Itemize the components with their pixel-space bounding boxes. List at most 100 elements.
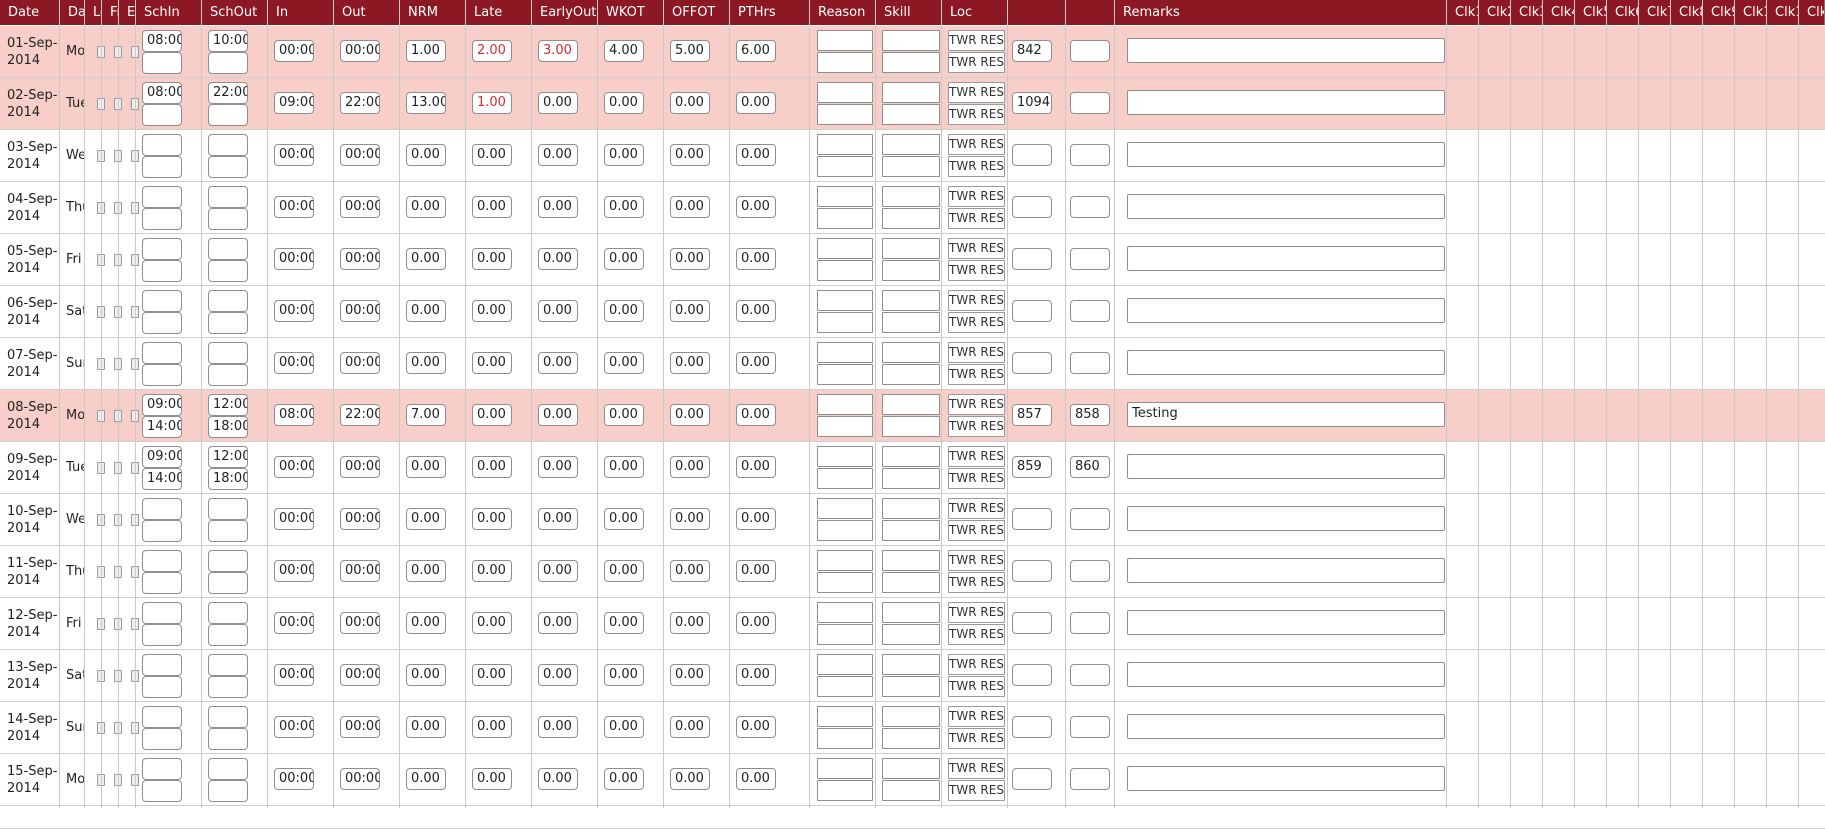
- header-pthrs[interactable]: PTHrs: [730, 0, 810, 25]
- late-input[interactable]: 0.00: [472, 560, 512, 582]
- early-out-input[interactable]: 0.00: [538, 456, 578, 478]
- offot-input[interactable]: 0.00: [670, 352, 710, 374]
- late-input[interactable]: 0.00: [472, 612, 512, 634]
- sch-in-input-1[interactable]: [142, 706, 182, 728]
- loc-button-1[interactable]: TWR RES: [948, 134, 1005, 155]
- remarks-input[interactable]: Testing: [1127, 402, 1445, 427]
- sch-in-input-1[interactable]: 09:00: [142, 394, 182, 416]
- id2-input[interactable]: [1070, 40, 1110, 62]
- sch-out-input-1[interactable]: [208, 186, 248, 208]
- in-input[interactable]: 00:00: [274, 456, 314, 478]
- reason-select-1[interactable]: [817, 290, 873, 311]
- sch-in-input-2[interactable]: [142, 364, 182, 386]
- sch-out-input-2[interactable]: [208, 156, 248, 178]
- sch-in-input-2[interactable]: [142, 728, 182, 750]
- sch-in-input-1[interactable]: 09:00: [142, 446, 182, 468]
- early-out-input[interactable]: 0.00: [538, 300, 578, 322]
- sch-out-input-1[interactable]: 12:00: [208, 446, 248, 468]
- wkot-input[interactable]: 0.00: [604, 144, 644, 166]
- late-input[interactable]: 0.00: [472, 716, 512, 738]
- sch-in-input-2[interactable]: 14:00: [142, 468, 182, 490]
- out-input[interactable]: 00:00: [340, 300, 380, 322]
- loc-button-1[interactable]: TWR RES: [948, 706, 1005, 727]
- id1-input[interactable]: [1012, 300, 1052, 322]
- loc-button-2[interactable]: TWR RES: [948, 52, 1005, 73]
- header-schout[interactable]: SchOut: [202, 0, 268, 25]
- early-out-input[interactable]: 3.00: [538, 40, 578, 62]
- id1-input[interactable]: [1012, 612, 1052, 634]
- early-out-input[interactable]: 0.00: [538, 716, 578, 738]
- reason-select-2[interactable]: [817, 676, 873, 697]
- header-remarks[interactable]: Remarks: [1115, 0, 1447, 25]
- id2-input[interactable]: [1070, 664, 1110, 686]
- early-out-input[interactable]: 0.00: [538, 144, 578, 166]
- remarks-input[interactable]: [1127, 90, 1445, 115]
- skill-select-2[interactable]: [882, 676, 940, 697]
- header-clk4[interactable]: Clk4: [1543, 0, 1575, 25]
- in-input[interactable]: 00:00: [274, 40, 314, 62]
- header-offot[interactable]: OFFOT: [664, 0, 730, 25]
- offot-input[interactable]: 0.00: [670, 508, 710, 530]
- pthrs-input[interactable]: 0.00: [736, 300, 776, 322]
- id1-input[interactable]: [1012, 248, 1052, 270]
- loc-button-2[interactable]: TWR RES: [948, 624, 1005, 645]
- early-out-input[interactable]: 0.00: [538, 404, 578, 426]
- remarks-input[interactable]: [1127, 142, 1445, 167]
- skill-select-1[interactable]: [882, 82, 940, 103]
- id2-input[interactable]: 858: [1070, 404, 1110, 426]
- id2-input[interactable]: [1070, 560, 1110, 582]
- nrm-input[interactable]: 0.00: [406, 352, 446, 374]
- sch-out-input-2[interactable]: [208, 624, 248, 646]
- loc-button-1[interactable]: TWR RES: [948, 654, 1005, 675]
- in-input[interactable]: 00:00: [274, 352, 314, 374]
- out-input[interactable]: 00:00: [340, 768, 380, 790]
- reason-select-1[interactable]: [817, 758, 873, 779]
- id2-input[interactable]: [1070, 612, 1110, 634]
- skill-select-2[interactable]: [882, 468, 940, 489]
- header-day[interactable]: Day: [60, 0, 85, 25]
- id1-input[interactable]: [1012, 508, 1052, 530]
- sch-out-input-2[interactable]: [208, 364, 248, 386]
- pthrs-input[interactable]: 0.00: [736, 404, 776, 426]
- header-clk1[interactable]: Clk1: [1447, 0, 1479, 25]
- early-out-input[interactable]: 0.00: [538, 92, 578, 114]
- early-out-input[interactable]: 0.00: [538, 560, 578, 582]
- skill-select-2[interactable]: [882, 104, 940, 125]
- late-input[interactable]: 0.00: [472, 300, 512, 322]
- late-input[interactable]: 0.00: [472, 456, 512, 478]
- loc-button-2[interactable]: TWR RES: [948, 208, 1005, 229]
- header-clk8[interactable]: Clk8: [1671, 0, 1703, 25]
- loc-button-1[interactable]: TWR RES: [948, 394, 1005, 415]
- skill-select-1[interactable]: [882, 394, 940, 415]
- header-id1[interactable]: [1008, 0, 1066, 25]
- header-in[interactable]: In: [268, 0, 334, 25]
- late-input[interactable]: 0.00: [472, 144, 512, 166]
- skill-select-1[interactable]: [882, 550, 940, 571]
- sch-out-input-1[interactable]: [208, 134, 248, 156]
- sch-out-input-2[interactable]: [208, 260, 248, 282]
- reason-select-1[interactable]: [817, 30, 873, 51]
- sch-out-input-1[interactable]: [208, 706, 248, 728]
- pthrs-input[interactable]: 0.00: [736, 196, 776, 218]
- skill-select-1[interactable]: [882, 290, 940, 311]
- loc-button-2[interactable]: TWR RES: [948, 572, 1005, 593]
- nrm-input[interactable]: 0.00: [406, 144, 446, 166]
- reason-select-1[interactable]: [817, 550, 873, 571]
- early-out-input[interactable]: 0.00: [538, 612, 578, 634]
- remarks-input[interactable]: [1127, 610, 1445, 635]
- wkot-input[interactable]: 0.00: [604, 404, 644, 426]
- early-out-input[interactable]: 0.00: [538, 248, 578, 270]
- offot-input[interactable]: 0.00: [670, 144, 710, 166]
- offot-input[interactable]: 0.00: [670, 92, 710, 114]
- out-input[interactable]: 00:00: [340, 352, 380, 374]
- header-loc[interactable]: Loc: [942, 0, 1008, 25]
- in-input[interactable]: 00:00: [274, 560, 314, 582]
- reason-select-1[interactable]: [817, 238, 873, 259]
- sch-in-input-1[interactable]: [142, 134, 182, 156]
- nrm-input[interactable]: 0.00: [406, 664, 446, 686]
- out-input[interactable]: 00:00: [340, 456, 380, 478]
- header-early[interactable]: EarlyOut: [532, 0, 598, 25]
- reason-select-2[interactable]: [817, 468, 873, 489]
- loc-button-2[interactable]: TWR RES: [948, 416, 1005, 437]
- sch-in-input-2[interactable]: [142, 208, 182, 230]
